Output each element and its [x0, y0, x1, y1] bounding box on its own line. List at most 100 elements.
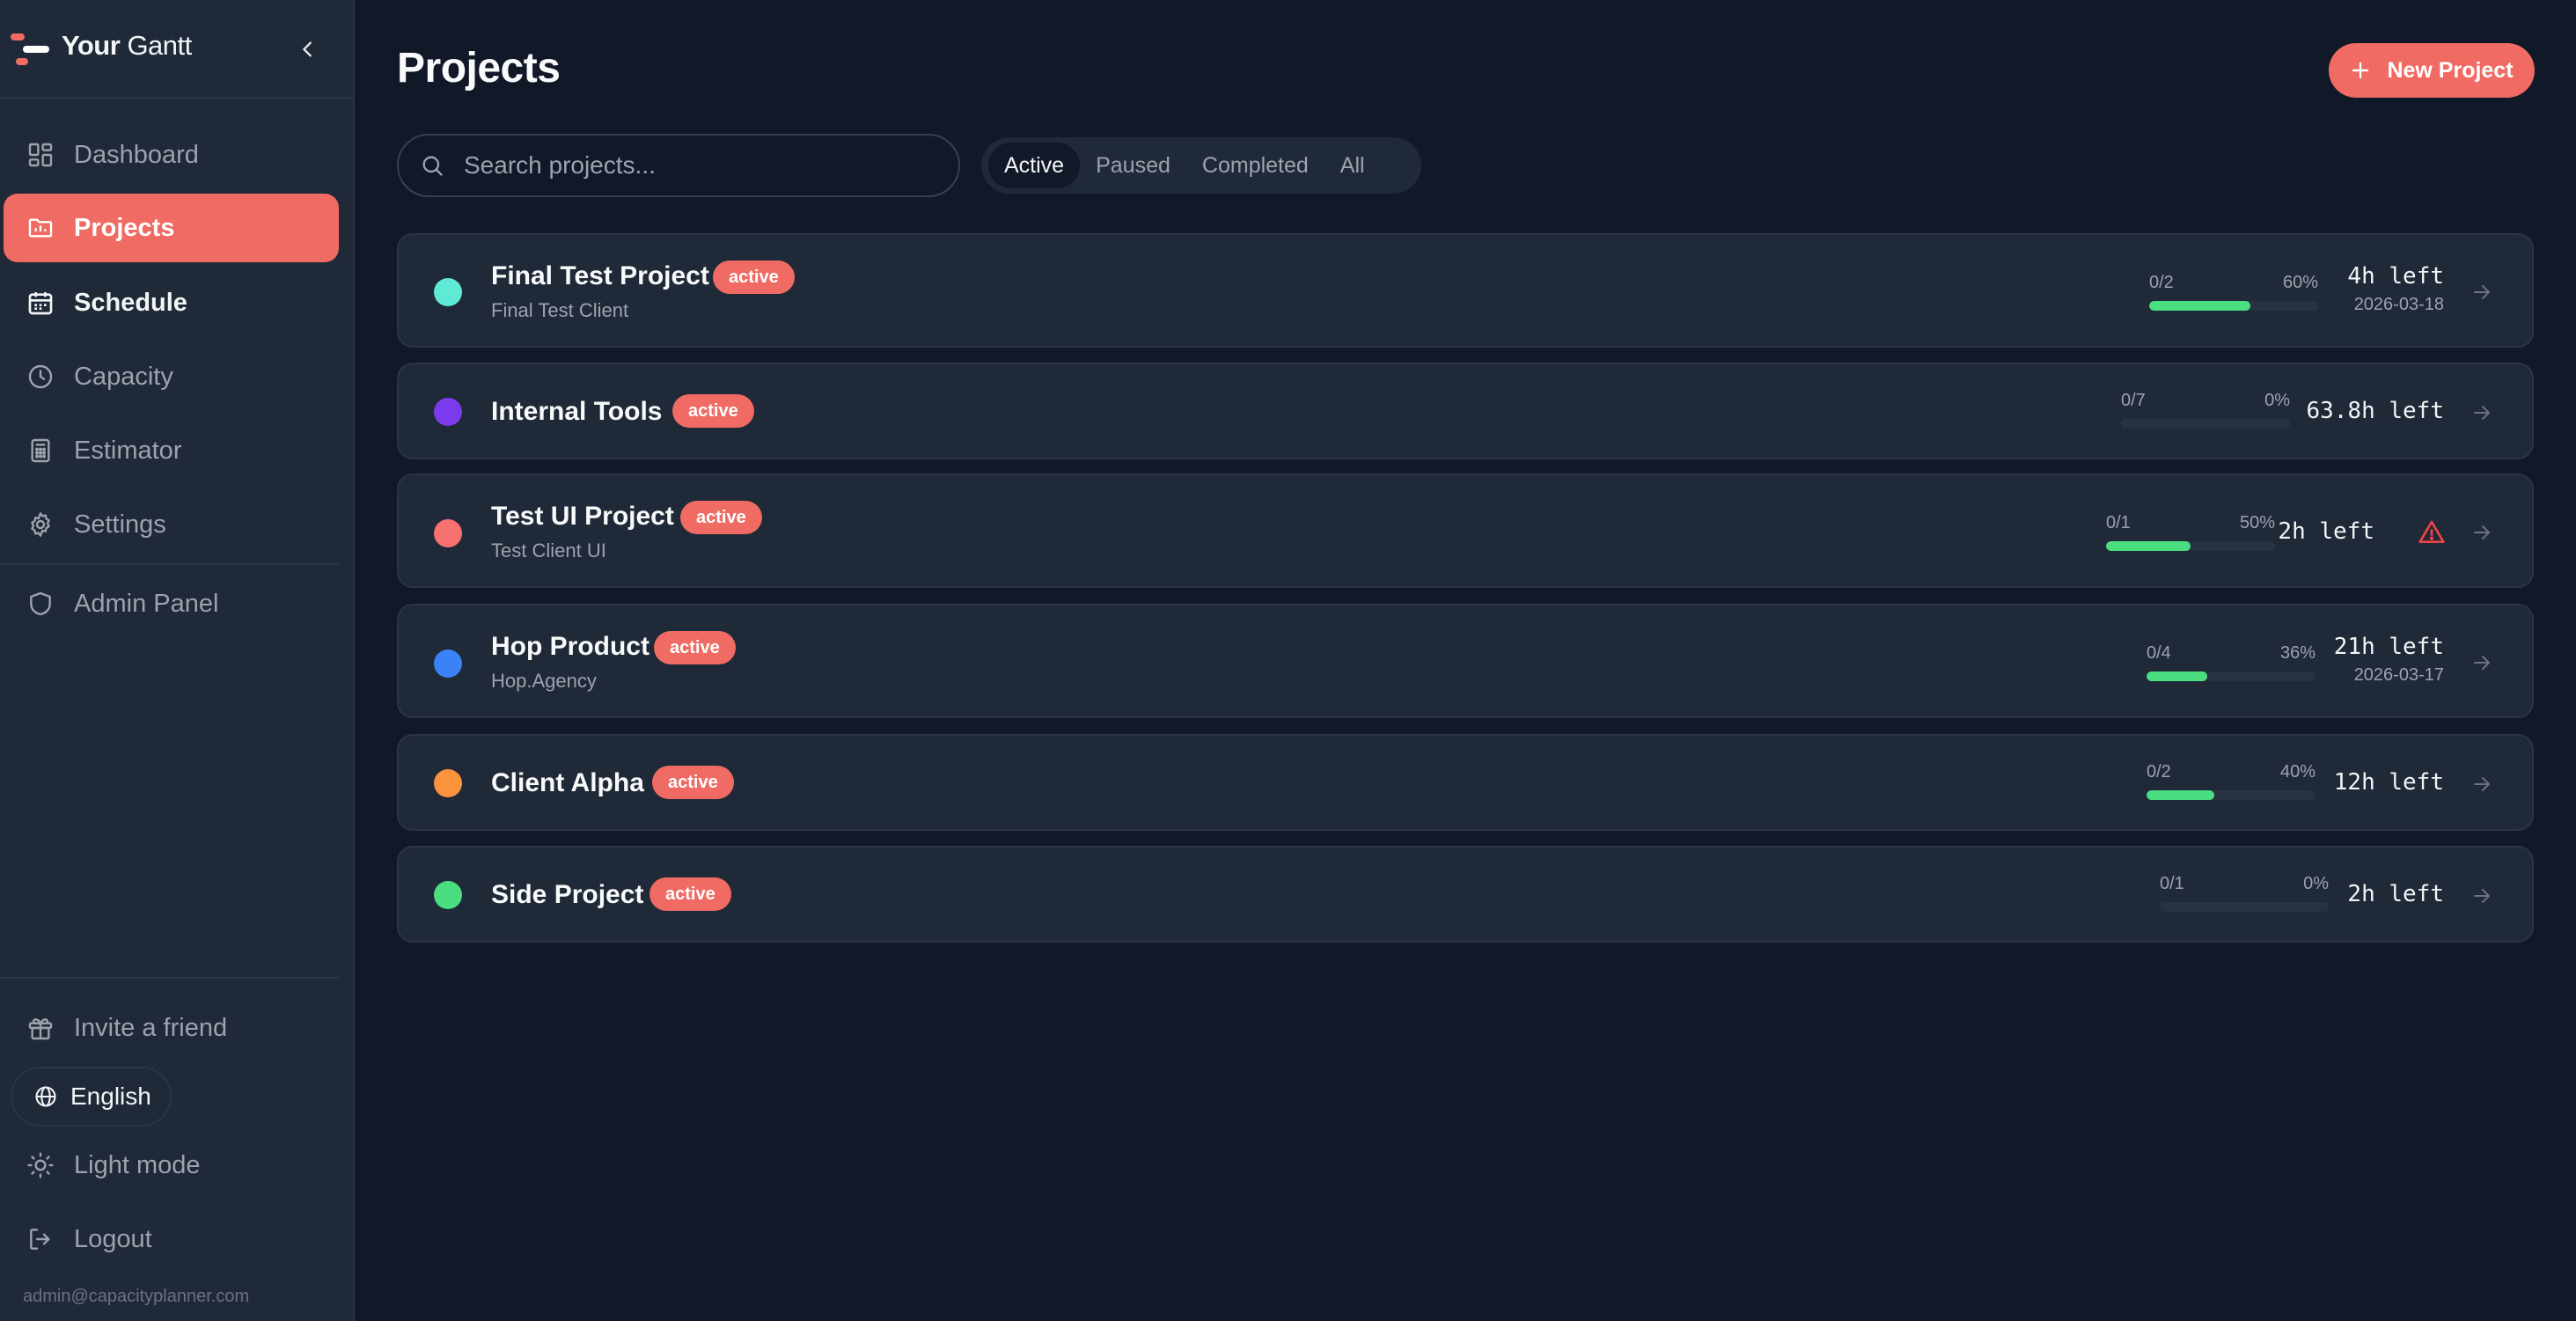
project-color-dot — [434, 398, 462, 426]
clock-icon — [25, 361, 56, 393]
progress-track — [2147, 790, 2315, 800]
calculator-icon — [25, 435, 56, 466]
invite-friend-link[interactable]: Invite a friend — [4, 994, 339, 1062]
sidebar-item-label: Capacity — [74, 362, 173, 391]
logout-icon — [25, 1223, 56, 1255]
sidebar-item-label: Estimator — [74, 436, 182, 465]
filter-tab-active[interactable]: Active — [988, 143, 1081, 188]
brand-name-light: Gantt — [127, 30, 192, 61]
task-count: 0/1 — [2160, 874, 2184, 893]
sidebar-item-projects[interactable]: Projects — [4, 194, 339, 262]
task-count: 0/7 — [2121, 391, 2146, 410]
time-left: 2h left — [2347, 881, 2444, 907]
project-color-dot — [434, 881, 462, 909]
task-progress: 0/4 36% — [2147, 643, 2315, 682]
project-card-client-alpha[interactable]: Client Alpha active 0/2 40% 12h left — [397, 734, 2534, 831]
task-progress: 0/1 50% — [2106, 513, 2275, 552]
arrow-right-icon — [2469, 279, 2495, 305]
arrow-right-icon — [2469, 400, 2495, 426]
theme-label: Light mode — [74, 1150, 201, 1179]
task-count: 0/4 — [2147, 643, 2171, 663]
sidebar-item-estimator[interactable]: Estimator — [4, 416, 339, 485]
user-email: admin@capacityplanner.com — [23, 1287, 250, 1306]
page-title: Projects — [397, 45, 561, 92]
filter-tab-all[interactable]: All — [1325, 143, 1381, 188]
status-badge: active — [652, 766, 734, 799]
globe-icon — [33, 1083, 60, 1110]
time-left: 21h left — [2333, 634, 2444, 660]
progress-percent: 0% — [2303, 874, 2329, 893]
project-client: Hop.Agency — [491, 670, 597, 692]
status-badge: active — [650, 877, 731, 911]
task-count: 0/1 — [2106, 513, 2131, 532]
project-card-hop-product[interactable]: Hop Product active Hop.Agency 0/4 36% 21… — [397, 604, 2534, 718]
project-color-dot — [434, 769, 462, 797]
progress-percent: 50% — [2239, 513, 2275, 532]
brand-header: Your Gantt — [0, 0, 353, 99]
filter-tab-paused[interactable]: Paused — [1080, 143, 1186, 188]
shield-icon — [25, 588, 56, 620]
project-client: Test Client UI — [491, 539, 606, 561]
time-left: 2h left — [2278, 518, 2374, 545]
sidebar-item-dashboard[interactable]: Dashboard — [4, 121, 339, 189]
project-name: Side Project — [491, 880, 644, 909]
project-color-dot — [434, 519, 462, 547]
progress-fill — [2147, 790, 2214, 800]
collapse-sidebar-button[interactable] — [292, 32, 324, 67]
sidebar-item-capacity[interactable]: Capacity — [4, 342, 339, 411]
search-icon — [420, 151, 448, 180]
sidebar-item-admin-panel[interactable]: Admin Panel — [4, 569, 339, 638]
logout-label: Logout — [74, 1224, 152, 1253]
status-badge: active — [713, 261, 795, 294]
time-left: 63.8h left — [2306, 398, 2444, 424]
project-name: Test UI Project — [491, 502, 674, 531]
arrow-right-icon — [2469, 883, 2495, 909]
time-left: 12h left — [2333, 769, 2444, 796]
status-badge: active — [672, 394, 754, 428]
invite-label: Invite a friend — [74, 1013, 228, 1042]
theme-toggle[interactable]: Light mode — [4, 1131, 339, 1200]
task-progress: 0/7 0% — [2121, 391, 2290, 429]
sidebar-item-schedule[interactable]: Schedule — [4, 268, 339, 337]
status-badge: active — [680, 501, 762, 534]
sidebar-item-label: Dashboard — [74, 140, 199, 169]
progress-track — [2160, 902, 2329, 912]
language-label: English — [70, 1082, 151, 1110]
chevron-left-icon — [303, 41, 312, 57]
progress-percent: 36% — [2279, 643, 2315, 663]
progress-track — [2106, 541, 2275, 551]
brand-name: Your Gantt — [62, 30, 192, 62]
progress-fill — [2106, 541, 2191, 551]
search-input[interactable] — [464, 151, 939, 180]
new-project-label: New Project — [2387, 57, 2514, 83]
task-progress: 0/2 40% — [2147, 762, 2315, 801]
progress-track — [2121, 419, 2290, 429]
logo-icon — [11, 33, 49, 65]
sidebar-item-settings[interactable]: Settings — [4, 490, 339, 559]
filter-tab-completed[interactable]: Completed — [1186, 143, 1325, 188]
gear-icon — [25, 509, 56, 540]
new-project-button[interactable]: New Project — [2329, 43, 2535, 98]
search-box — [397, 134, 960, 197]
sidebar: Your Gantt Dashboard Projects Schedule C… — [0, 0, 355, 1321]
folder-icon — [25, 212, 56, 244]
project-color-dot — [434, 649, 462, 678]
project-card-final-test-project[interactable]: Final Test Project active Final Test Cli… — [397, 233, 2534, 348]
task-progress: 0/1 0% — [2160, 874, 2329, 913]
project-card-test-ui-project[interactable]: Test UI Project active Test Client UI 0/… — [397, 473, 2534, 588]
project-card-side-project[interactable]: Side Project active 0/1 0% 2h left — [397, 846, 2534, 943]
project-client: Final Test Client — [491, 299, 629, 321]
progress-percent: 0% — [2264, 391, 2290, 410]
project-name: Client Alpha — [491, 768, 644, 797]
sidebar-divider — [0, 977, 339, 979]
project-card-internal-tools[interactable]: Internal Tools active 0/7 0% 63.8h left — [397, 363, 2534, 459]
logout-button[interactable]: Logout — [4, 1205, 339, 1273]
progress-percent: 40% — [2279, 762, 2315, 782]
time-left: 4h left — [2347, 263, 2444, 290]
language-selector[interactable]: English — [11, 1067, 172, 1127]
progress-track — [2147, 672, 2315, 681]
project-name: Final Test Project — [491, 261, 709, 290]
progress-fill — [2149, 301, 2251, 311]
brand-name-bold: Your — [62, 30, 121, 61]
arrow-right-icon — [2469, 771, 2495, 797]
